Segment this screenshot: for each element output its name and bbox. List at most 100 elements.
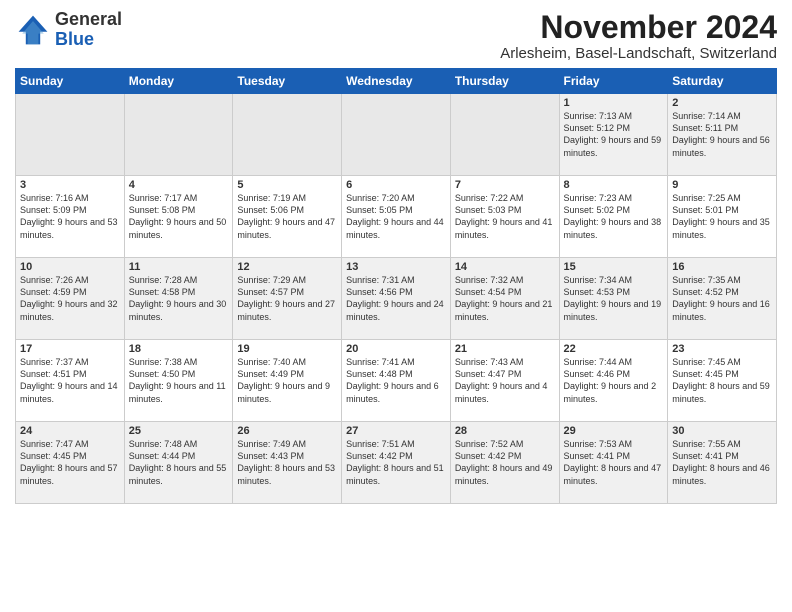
table-row — [124, 94, 233, 176]
table-row: 7Sunrise: 7:22 AM Sunset: 5:03 PM Daylig… — [450, 176, 559, 258]
day-number: 4 — [129, 179, 229, 191]
page: General Blue November 2024 Arlesheim, Ba… — [0, 0, 792, 514]
day-info: Sunrise: 7:22 AM Sunset: 5:03 PM Dayligh… — [455, 192, 555, 241]
calendar-week-row: 10Sunrise: 7:26 AM Sunset: 4:59 PM Dayli… — [16, 258, 777, 340]
table-row — [342, 94, 451, 176]
day-number: 7 — [455, 179, 555, 191]
day-number: 3 — [20, 179, 120, 191]
day-number: 28 — [455, 425, 555, 437]
table-row: 26Sunrise: 7:49 AM Sunset: 4:43 PM Dayli… — [233, 422, 342, 504]
table-row: 29Sunrise: 7:53 AM Sunset: 4:41 PM Dayli… — [559, 422, 668, 504]
table-row — [450, 94, 559, 176]
header-wednesday: Wednesday — [342, 69, 451, 94]
logo-icon — [15, 12, 51, 48]
calendar-title: November 2024 — [500, 10, 777, 45]
table-row — [16, 94, 125, 176]
day-number: 2 — [672, 97, 772, 109]
table-row: 12Sunrise: 7:29 AM Sunset: 4:57 PM Dayli… — [233, 258, 342, 340]
day-number: 6 — [346, 179, 446, 191]
table-row: 25Sunrise: 7:48 AM Sunset: 4:44 PM Dayli… — [124, 422, 233, 504]
day-number: 25 — [129, 425, 229, 437]
day-number: 19 — [237, 343, 337, 355]
table-row: 17Sunrise: 7:37 AM Sunset: 4:51 PM Dayli… — [16, 340, 125, 422]
header-monday: Monday — [124, 69, 233, 94]
day-number: 18 — [129, 343, 229, 355]
table-row: 6Sunrise: 7:20 AM Sunset: 5:05 PM Daylig… — [342, 176, 451, 258]
calendar-table: Sunday Monday Tuesday Wednesday Thursday… — [15, 68, 777, 504]
day-info: Sunrise: 7:29 AM Sunset: 4:57 PM Dayligh… — [237, 274, 337, 323]
table-row: 2Sunrise: 7:14 AM Sunset: 5:11 PM Daylig… — [668, 94, 777, 176]
day-info: Sunrise: 7:19 AM Sunset: 5:06 PM Dayligh… — [237, 192, 337, 241]
day-info: Sunrise: 7:14 AM Sunset: 5:11 PM Dayligh… — [672, 110, 772, 159]
day-number: 9 — [672, 179, 772, 191]
logo-text: General Blue — [55, 10, 122, 50]
table-row: 16Sunrise: 7:35 AM Sunset: 4:52 PM Dayli… — [668, 258, 777, 340]
header-sunday: Sunday — [16, 69, 125, 94]
day-info: Sunrise: 7:38 AM Sunset: 4:50 PM Dayligh… — [129, 356, 229, 405]
day-number: 17 — [20, 343, 120, 355]
day-info: Sunrise: 7:26 AM Sunset: 4:59 PM Dayligh… — [20, 274, 120, 323]
table-row: 18Sunrise: 7:38 AM Sunset: 4:50 PM Dayli… — [124, 340, 233, 422]
day-info: Sunrise: 7:52 AM Sunset: 4:42 PM Dayligh… — [455, 438, 555, 487]
day-number: 20 — [346, 343, 446, 355]
day-number: 13 — [346, 261, 446, 273]
table-row: 15Sunrise: 7:34 AM Sunset: 4:53 PM Dayli… — [559, 258, 668, 340]
header-saturday: Saturday — [668, 69, 777, 94]
day-number: 29 — [564, 425, 664, 437]
table-row: 20Sunrise: 7:41 AM Sunset: 4:48 PM Dayli… — [342, 340, 451, 422]
day-number: 22 — [564, 343, 664, 355]
table-row: 21Sunrise: 7:43 AM Sunset: 4:47 PM Dayli… — [450, 340, 559, 422]
table-row: 9Sunrise: 7:25 AM Sunset: 5:01 PM Daylig… — [668, 176, 777, 258]
day-info: Sunrise: 7:55 AM Sunset: 4:41 PM Dayligh… — [672, 438, 772, 487]
table-row: 1Sunrise: 7:13 AM Sunset: 5:12 PM Daylig… — [559, 94, 668, 176]
day-number: 11 — [129, 261, 229, 273]
calendar-week-row: 24Sunrise: 7:47 AM Sunset: 4:45 PM Dayli… — [16, 422, 777, 504]
day-info: Sunrise: 7:31 AM Sunset: 4:56 PM Dayligh… — [346, 274, 446, 323]
calendar-subtitle: Arlesheim, Basel-Landschaft, Switzerland — [500, 45, 777, 62]
day-info: Sunrise: 7:20 AM Sunset: 5:05 PM Dayligh… — [346, 192, 446, 241]
day-info: Sunrise: 7:44 AM Sunset: 4:46 PM Dayligh… — [564, 356, 664, 405]
table-row: 28Sunrise: 7:52 AM Sunset: 4:42 PM Dayli… — [450, 422, 559, 504]
day-info: Sunrise: 7:17 AM Sunset: 5:08 PM Dayligh… — [129, 192, 229, 241]
day-number: 26 — [237, 425, 337, 437]
day-info: Sunrise: 7:37 AM Sunset: 4:51 PM Dayligh… — [20, 356, 120, 405]
day-number: 27 — [346, 425, 446, 437]
day-number: 14 — [455, 261, 555, 273]
day-number: 21 — [455, 343, 555, 355]
day-info: Sunrise: 7:34 AM Sunset: 4:53 PM Dayligh… — [564, 274, 664, 323]
day-info: Sunrise: 7:53 AM Sunset: 4:41 PM Dayligh… — [564, 438, 664, 487]
calendar-week-row: 17Sunrise: 7:37 AM Sunset: 4:51 PM Dayli… — [16, 340, 777, 422]
day-number: 16 — [672, 261, 772, 273]
day-number: 5 — [237, 179, 337, 191]
day-number: 24 — [20, 425, 120, 437]
day-info: Sunrise: 7:43 AM Sunset: 4:47 PM Dayligh… — [455, 356, 555, 405]
table-row: 30Sunrise: 7:55 AM Sunset: 4:41 PM Dayli… — [668, 422, 777, 504]
table-row: 14Sunrise: 7:32 AM Sunset: 4:54 PM Dayli… — [450, 258, 559, 340]
table-row: 4Sunrise: 7:17 AM Sunset: 5:08 PM Daylig… — [124, 176, 233, 258]
table-row: 22Sunrise: 7:44 AM Sunset: 4:46 PM Dayli… — [559, 340, 668, 422]
calendar-header-row: Sunday Monday Tuesday Wednesday Thursday… — [16, 69, 777, 94]
day-number: 1 — [564, 97, 664, 109]
day-number: 12 — [237, 261, 337, 273]
day-info: Sunrise: 7:13 AM Sunset: 5:12 PM Dayligh… — [564, 110, 664, 159]
day-info: Sunrise: 7:49 AM Sunset: 4:43 PM Dayligh… — [237, 438, 337, 487]
header: General Blue November 2024 Arlesheim, Ba… — [15, 10, 777, 62]
table-row: 10Sunrise: 7:26 AM Sunset: 4:59 PM Dayli… — [16, 258, 125, 340]
header-friday: Friday — [559, 69, 668, 94]
day-number: 23 — [672, 343, 772, 355]
table-row: 23Sunrise: 7:45 AM Sunset: 4:45 PM Dayli… — [668, 340, 777, 422]
logo: General Blue — [15, 10, 122, 50]
table-row: 3Sunrise: 7:16 AM Sunset: 5:09 PM Daylig… — [16, 176, 125, 258]
day-number: 30 — [672, 425, 772, 437]
day-info: Sunrise: 7:51 AM Sunset: 4:42 PM Dayligh… — [346, 438, 446, 487]
day-info: Sunrise: 7:25 AM Sunset: 5:01 PM Dayligh… — [672, 192, 772, 241]
calendar-week-row: 3Sunrise: 7:16 AM Sunset: 5:09 PM Daylig… — [16, 176, 777, 258]
table-row: 24Sunrise: 7:47 AM Sunset: 4:45 PM Dayli… — [16, 422, 125, 504]
day-info: Sunrise: 7:41 AM Sunset: 4:48 PM Dayligh… — [346, 356, 446, 405]
day-info: Sunrise: 7:23 AM Sunset: 5:02 PM Dayligh… — [564, 192, 664, 241]
day-info: Sunrise: 7:35 AM Sunset: 4:52 PM Dayligh… — [672, 274, 772, 323]
day-number: 10 — [20, 261, 120, 273]
day-info: Sunrise: 7:32 AM Sunset: 4:54 PM Dayligh… — [455, 274, 555, 323]
table-row — [233, 94, 342, 176]
day-info: Sunrise: 7:45 AM Sunset: 4:45 PM Dayligh… — [672, 356, 772, 405]
